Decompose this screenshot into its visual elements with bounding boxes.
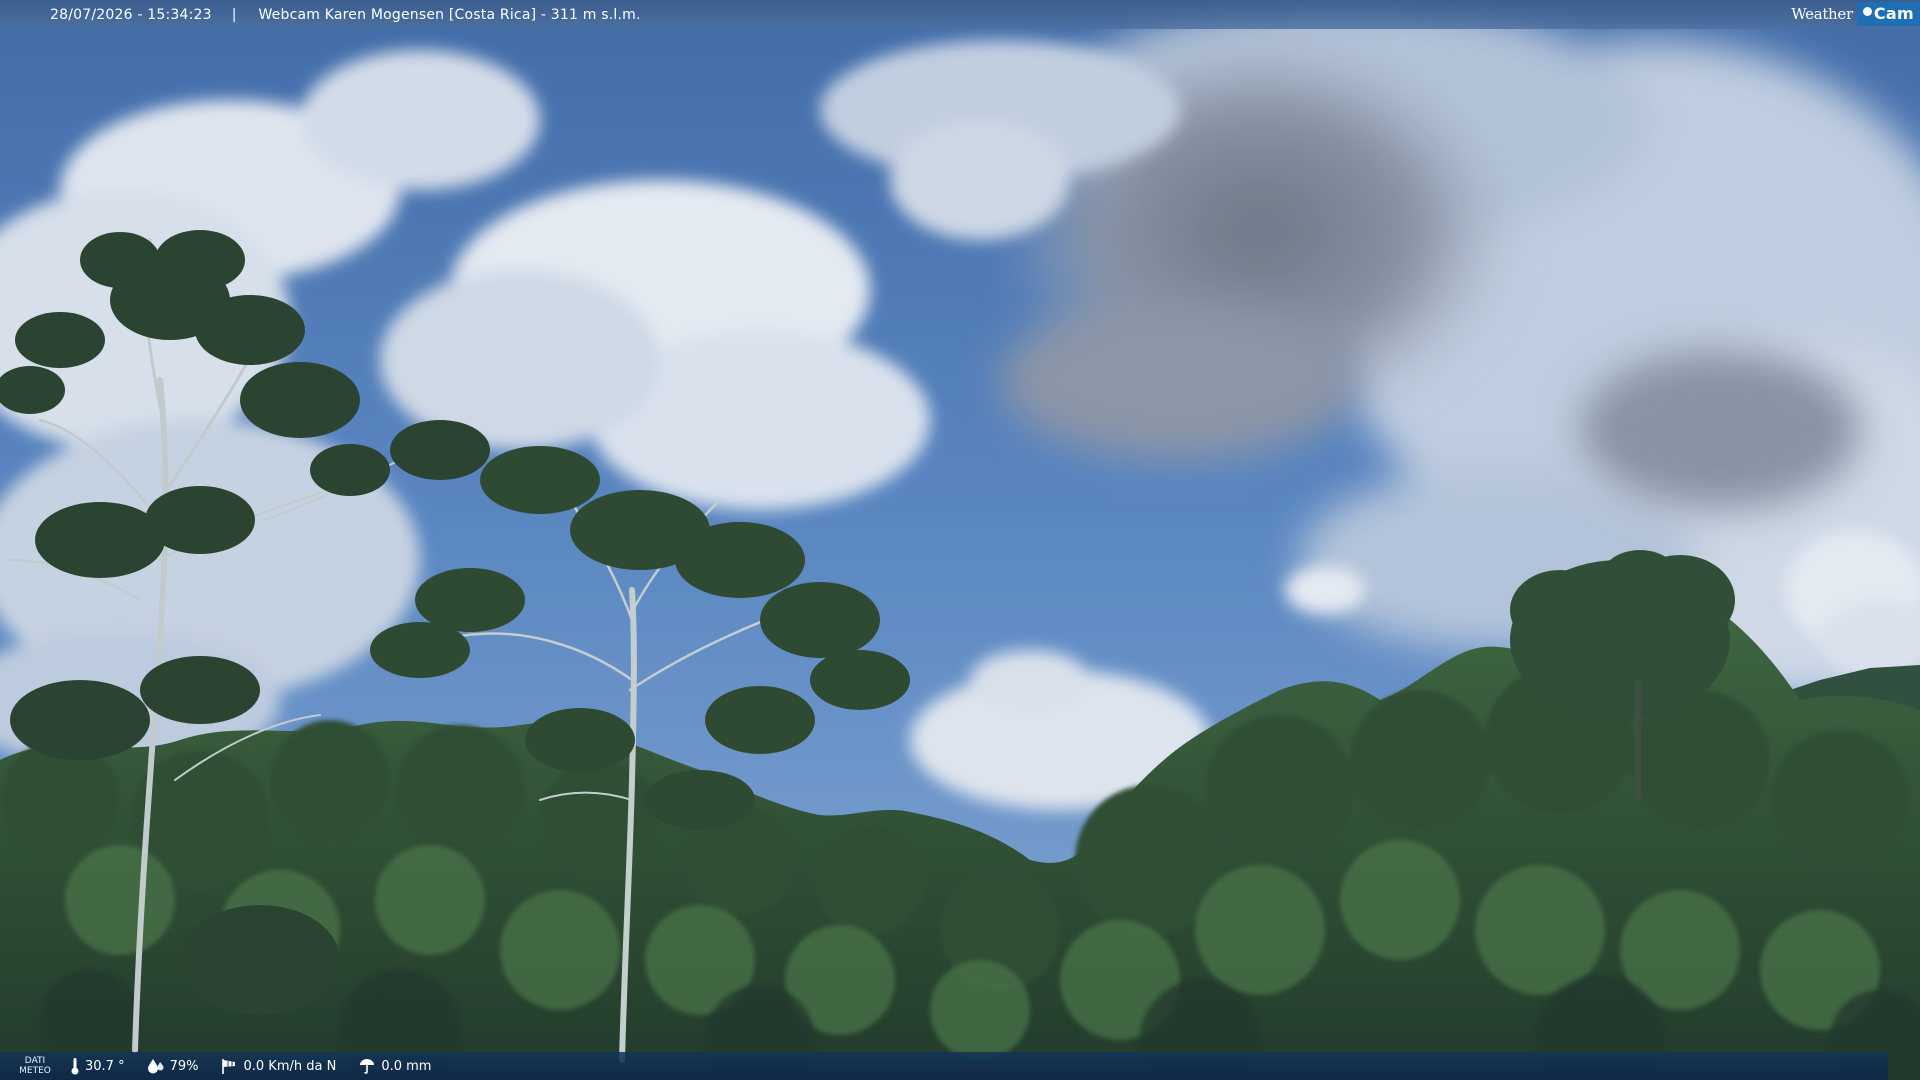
humidity-stat: 79%: [147, 1058, 199, 1074]
wind-stat: 0.0 Km/h da N: [220, 1057, 336, 1075]
wind-value: 0.0 Km/h da N: [243, 1058, 337, 1074]
weathercam-logo[interactable]: Weather Cam: [1791, 0, 1920, 27]
windsock-icon: [220, 1057, 238, 1075]
logo-text-weather: Weather: [1791, 4, 1853, 23]
header-separator: |: [231, 6, 237, 23]
logo-dot-icon: [1862, 6, 1872, 16]
logo-text-cam: Cam: [1856, 1, 1920, 26]
timestamp: 28/07/2026 - 15:34:23: [50, 6, 212, 23]
weather-data-bar: DATI METEO 30.7 ° 79% 0.0 Km/h da N 0.0 …: [0, 1052, 1888, 1080]
rain-gauge-icon: [358, 1058, 376, 1074]
top-info-bar: 28/07/2026 - 15:34:23 | Webcam Karen Mog…: [0, 0, 1920, 29]
rain-value: 0.0 mm: [381, 1058, 432, 1074]
meteo-label-line2: METEO: [19, 1066, 51, 1076]
humidity-value: 79%: [169, 1058, 199, 1074]
thermometer-icon: [70, 1057, 80, 1075]
logo-cam-label: Cam: [1873, 3, 1914, 23]
meteo-label: DATI METEO: [0, 1056, 70, 1076]
drop-icon: [147, 1058, 165, 1074]
webcam-title: Webcam Karen Mogensen [Costa Rica] - 311…: [258, 6, 641, 23]
rain-stat: 0.0 mm: [358, 1058, 431, 1074]
temperature-stat: 30.7 °: [70, 1057, 125, 1075]
meteo-label-line1: DATI: [24, 1056, 46, 1066]
temperature-value: 30.7 °: [85, 1058, 125, 1074]
webcam-image: [0, 0, 1920, 1080]
